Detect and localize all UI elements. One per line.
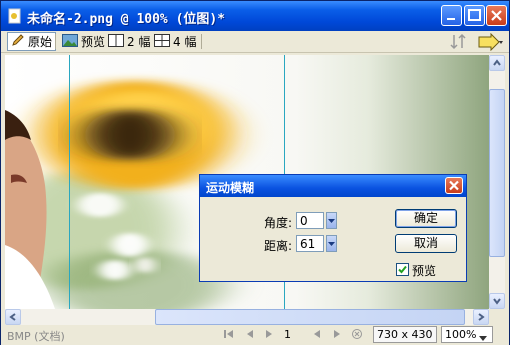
tab-4up-label: 4 幅 bbox=[173, 35, 197, 49]
prev-page-icon[interactable] bbox=[244, 328, 256, 343]
motion-blur-dialog: 运动模糊 角度: 0 距离: 61 确定 取消 预览 bbox=[199, 174, 467, 282]
distance-label: 距离: bbox=[264, 239, 293, 253]
horizontal-scroll-thumb[interactable] bbox=[155, 309, 465, 325]
angle-input[interactable]: 0 bbox=[296, 212, 324, 229]
image-icon bbox=[62, 33, 78, 50]
canvas-size-field: 730 x 430 bbox=[373, 326, 437, 343]
horizontal-scrollbar[interactable] bbox=[5, 309, 489, 325]
angle-dropdown-button[interactable] bbox=[326, 212, 337, 229]
stop-icon[interactable] bbox=[351, 328, 363, 343]
scroll-left-button[interactable] bbox=[5, 309, 21, 325]
tab-preview[interactable]: 预览 bbox=[59, 32, 108, 51]
window-title: 未命名-2.png @ 100% (位图)* bbox=[27, 12, 226, 27]
four-pane-icon bbox=[154, 33, 170, 50]
dialog-title: 运动模糊 bbox=[206, 181, 255, 195]
dialog-title-bar[interactable]: 运动模糊 bbox=[200, 175, 466, 197]
maximize-button[interactable] bbox=[464, 5, 485, 26]
pencil-icon bbox=[11, 33, 25, 50]
vertical-scroll-thumb[interactable] bbox=[489, 89, 505, 257]
tab-preview-label: 预览 bbox=[81, 35, 106, 49]
first-page-icon[interactable] bbox=[223, 328, 235, 343]
two-pane-icon bbox=[108, 33, 124, 50]
tab-2up[interactable]: 2 幅 bbox=[105, 32, 153, 51]
distance-input[interactable]: 61 bbox=[296, 235, 324, 252]
cancel-button[interactable]: 取消 bbox=[395, 234, 457, 253]
tab-original-label: 原始 bbox=[28, 35, 53, 49]
options-arrow-icon[interactable] bbox=[477, 32, 505, 54]
app-window: 未命名-2.png @ 100% (位图)* 原始 预览 2 幅 4 幅 BMP… bbox=[0, 0, 510, 345]
angle-label: 角度: bbox=[264, 216, 293, 230]
sort-icon[interactable] bbox=[449, 33, 469, 54]
tab-4up[interactable]: 4 幅 bbox=[151, 32, 199, 51]
tab-original[interactable]: 原始 bbox=[7, 32, 57, 51]
distance-dropdown-button[interactable] bbox=[326, 235, 337, 252]
scroll-down-button[interactable] bbox=[489, 293, 505, 309]
toolbar-divider bbox=[201, 34, 202, 49]
vertical-scrollbar[interactable] bbox=[489, 55, 505, 309]
scroll-right-button[interactable] bbox=[473, 309, 489, 325]
document-icon bbox=[7, 8, 23, 24]
close-button[interactable] bbox=[486, 5, 507, 26]
scroll-corner bbox=[489, 309, 505, 325]
next-page-icon[interactable] bbox=[263, 328, 275, 343]
title-bar: 未命名-2.png @ 100% (位图)* bbox=[1, 1, 509, 31]
minimize-button[interactable] bbox=[441, 5, 462, 26]
document-type: BMP (文档) bbox=[7, 330, 65, 343]
preview-checkbox-label: 预览 bbox=[412, 264, 437, 278]
chevron-down-icon[interactable] bbox=[479, 332, 487, 345]
scroll-up-button[interactable] bbox=[489, 55, 505, 71]
tab-2up-label: 2 幅 bbox=[127, 35, 151, 49]
guide-line[interactable] bbox=[69, 55, 70, 309]
toolbar-divider bbox=[55, 34, 56, 49]
dialog-close-button[interactable] bbox=[445, 177, 463, 194]
play-back-icon[interactable] bbox=[311, 328, 323, 343]
preview-checkbox[interactable] bbox=[396, 263, 409, 276]
page-number: 1 bbox=[284, 328, 291, 341]
ok-button[interactable]: 确定 bbox=[395, 209, 457, 228]
play-forward-icon[interactable] bbox=[331, 328, 343, 343]
status-bar: BMP (文档) 1 730 x 430 100% bbox=[1, 325, 509, 345]
view-toolbar: 原始 预览 2 幅 4 幅 bbox=[1, 31, 509, 53]
